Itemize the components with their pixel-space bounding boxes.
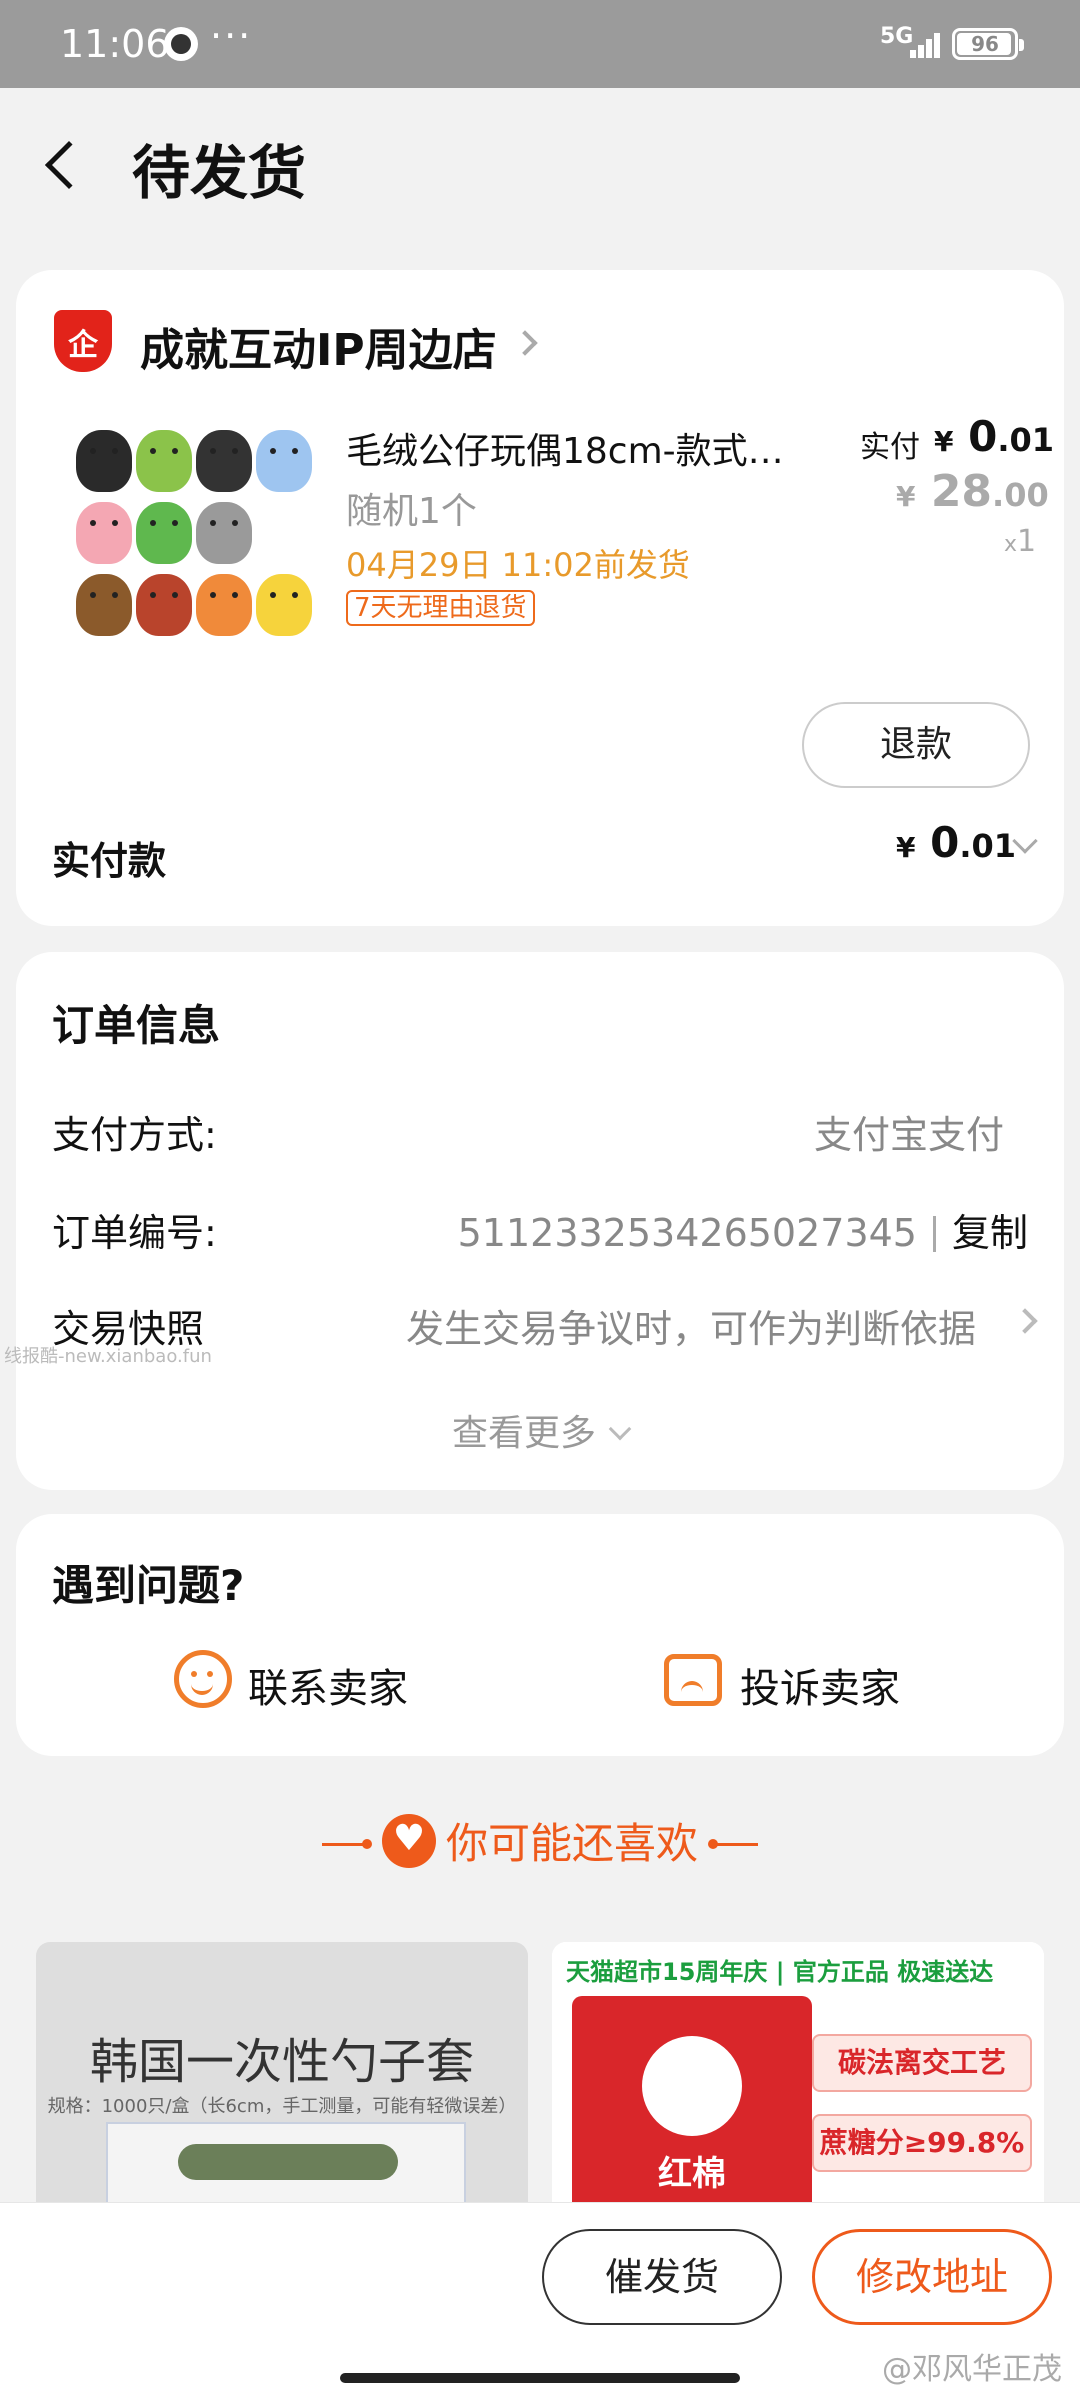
rec2-brand: 红棉 [658, 2154, 726, 2194]
complain-seller-button[interactable]: 投诉卖家 [740, 1656, 900, 1714]
rec1-spec: 规格：1000只/盒（长6cm，手工测量，可能有轻微误差） [47, 2096, 517, 2117]
status-bar: 11:06 ··· 5G 96 [0, 0, 1080, 88]
toy-redpanda [136, 574, 192, 636]
original-price: ¥ 28.00 [896, 466, 1049, 517]
page-header: 待发货 [0, 88, 1080, 248]
toy-husky [196, 502, 252, 564]
rec1-title: 韩国一次性勺子套 [89, 2034, 474, 2090]
toy-pig [76, 502, 132, 564]
order-number-label: 订单编号: [52, 1211, 217, 1255]
chevron-down-icon [608, 1417, 632, 1441]
order-card: 企 成就互动IP周边店 毛绒公仔玩偶18cm-款式… 随机1个 04月29日 1… [16, 270, 1064, 926]
complain-icon[interactable] [664, 1654, 722, 1706]
toy-bear [76, 574, 132, 636]
chevron-right-icon[interactable] [1012, 1308, 1038, 1334]
toy-fox [196, 574, 252, 636]
shop-name[interactable]: 成就互动IP周边店 [140, 314, 497, 378]
rec2-feature-2: 蔗糖分≥99.8% [812, 2114, 1032, 2172]
total-amount[interactable]: ¥ 0.01 [896, 818, 1016, 867]
chevron-down-icon[interactable] [1012, 828, 1038, 854]
paid-label: 实付 [860, 430, 920, 465]
paid-int: 0 [968, 412, 998, 461]
recommend-title-text: 你可能还喜欢 [445, 1819, 698, 1868]
divider [932, 1216, 936, 1252]
battery-percent: 96 [971, 32, 999, 56]
toy-chick [256, 574, 312, 636]
total-dec: .01 [959, 827, 1017, 865]
total-label: 实付款 [52, 839, 167, 883]
view-more-link[interactable]: 查看更多 [16, 1404, 1064, 1456]
view-more-label: 查看更多 [451, 1413, 596, 1454]
signal-icon [900, 30, 940, 58]
order-info-card: 订单信息 支付方式: 支付宝支付 订单编号: 51123325342650273… [16, 952, 1064, 1490]
problem-title: 遇到问题? [52, 1561, 245, 1610]
page-title: 待发货 [132, 139, 307, 207]
order-number-row: 5112332534265027345 复制 [458, 1202, 1028, 1257]
quantity: x1 [1004, 524, 1036, 559]
rec2-package: 红棉 [572, 1996, 812, 2202]
product-spec: 随机1个 [346, 491, 477, 532]
currency-symbol: ¥ [934, 425, 954, 458]
rec2-banner: 天猫超市15周年庆 | 官方正品 极速送达 [552, 1942, 1044, 1992]
paid-dec: .01 [997, 421, 1055, 459]
urge-shipping-button[interactable]: 催发货 [542, 2229, 782, 2325]
order-info-title: 订单信息 [52, 1001, 221, 1050]
battery-icon: 96 [952, 28, 1024, 60]
qty-x: x [1004, 532, 1018, 557]
rec1-badge [178, 2144, 398, 2180]
shop-icon: 企 [54, 310, 112, 372]
chat-icon[interactable] [174, 1650, 232, 1708]
toy-penguin [196, 430, 252, 492]
heart-icon [381, 1814, 436, 1868]
payment-label: 支付方式: [52, 1113, 217, 1157]
toy-frog [136, 502, 192, 564]
order-number-value: 5112332534265027345 [457, 1211, 917, 1255]
refund-button[interactable]: 退款 [802, 702, 1030, 788]
product-image[interactable] [76, 430, 316, 670]
shop-icon-text: 企 [68, 328, 98, 363]
status-dots: ··· [210, 14, 253, 58]
decor-line [708, 1839, 758, 1849]
ship-deadline: 04月29日 11:02前发货 [346, 546, 690, 584]
paid-amount: ¥ 0.01 [934, 412, 1054, 461]
product-name[interactable]: 毛绒公仔玩偶18cm-款式… [346, 422, 826, 474]
corner-watermark: @邓风华正茂 [882, 2352, 1062, 2387]
copy-button[interactable]: 复制 [952, 1211, 1028, 1255]
home-indicator[interactable] [340, 2373, 740, 2383]
currency-symbol: ¥ [896, 831, 916, 864]
toy-panda [76, 430, 132, 492]
rec1-product-box [106, 2122, 466, 2202]
rec2-feature-1: 碳法离交工艺 [812, 2034, 1032, 2092]
currency-symbol: ¥ [896, 480, 916, 513]
clock-icon [164, 27, 198, 61]
toy-dino [136, 430, 192, 492]
qty-value: 1 [1017, 524, 1037, 559]
snapshot-value[interactable]: 发生交易争议时，可作为判断依据 [406, 1298, 976, 1353]
orig-int: 28 [930, 466, 993, 517]
orig-dec: .00 [992, 476, 1049, 514]
back-icon[interactable] [44, 140, 94, 190]
problem-card: 遇到问题? [16, 1514, 1064, 1756]
status-time: 11:06 [60, 22, 170, 66]
return-policy-tag: 7天无理由退货 [346, 590, 535, 626]
payment-value: 支付宝支付 [813, 1113, 1004, 1157]
chevron-right-icon[interactable] [512, 330, 538, 356]
toy-elephant [256, 430, 312, 492]
recommend-item-1[interactable]: 韩国一次性勺子套 规格：1000只/盒（长6cm，手工测量，可能有轻微误差） [36, 1942, 528, 2202]
watermark: 线报酷-new.xianbao.fun [4, 1346, 212, 1367]
change-address-button[interactable]: 修改地址 [812, 2229, 1052, 2325]
total-int: 0 [930, 818, 960, 867]
recommend-title: 你可能还喜欢 [0, 1810, 1080, 1871]
decor-line [321, 1839, 372, 1849]
flower-logo [642, 2036, 742, 2136]
contact-seller-button[interactable]: 联系卖家 [248, 1656, 408, 1714]
recommend-item-2[interactable]: 天猫超市15周年庆 | 官方正品 极速送达 红棉 碳法离交工艺 蔗糖分≥99.8… [552, 1942, 1044, 2202]
